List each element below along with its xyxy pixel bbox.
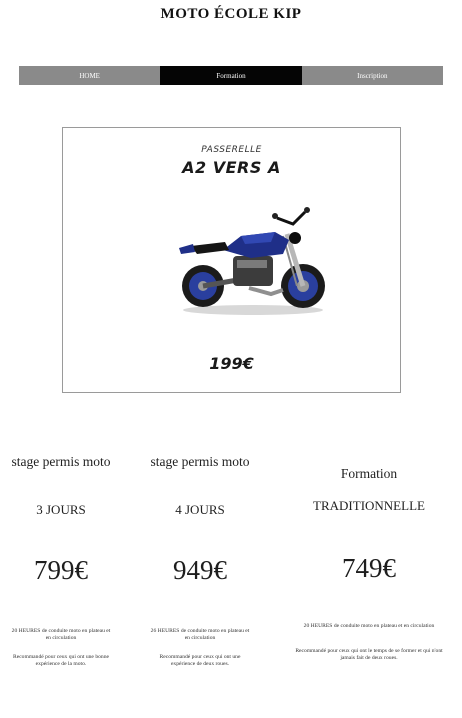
offer-3-price: 749€ (342, 553, 396, 583)
offer-1-title: stage permis moto (11, 454, 111, 469)
site-title: MOTO ÉCOLE KIP (160, 6, 302, 22)
promo-title: A2 VERS A (182, 158, 281, 177)
offer-2-desc-hours: 26 HEURES de conduite moto en plateau et… (150, 628, 250, 641)
offer-3-duration: TRADITIONNELLE (313, 498, 425, 513)
motorcycle-image (179, 207, 325, 315)
nav-inscription[interactable]: Inscription (301, 66, 443, 85)
offer-3-desc-recommend: Recommandé pour ceux qui ont le temps de… (295, 648, 443, 661)
offer-2-price: 949€ (173, 555, 227, 585)
offer-1-desc-hours: 20 HEURES de conduite moto en plateau et… (11, 628, 111, 641)
promo-kicker: PASSERELLE (201, 145, 262, 155)
promo-card[interactable]: PASSERELLE A2 VERS A 199€ (62, 127, 401, 393)
nav-home[interactable]: HOME (19, 66, 161, 85)
offer-1-price: 799€ (34, 555, 88, 585)
offer-2-title: stage permis moto (150, 454, 250, 469)
offer-1-desc-recommend: Recommandé pour ceux qui ont une bonne e… (12, 654, 109, 667)
main-nav: HOME Formation Inscription (19, 66, 443, 85)
offer-3-title: Formation (340, 466, 398, 481)
promo-price: 199€ (209, 354, 254, 373)
offer-2-desc-recommend: Recommandé pour ceux qui ont une expérie… (159, 654, 241, 667)
nav-formation[interactable]: Formation (160, 66, 302, 85)
offer-3-desc-hours: 20 HEURES de conduite moto en plateau et… (303, 623, 435, 629)
offer-1-duration: 3 JOURS (36, 502, 86, 517)
offer-2-duration: 4 JOURS (175, 502, 225, 517)
